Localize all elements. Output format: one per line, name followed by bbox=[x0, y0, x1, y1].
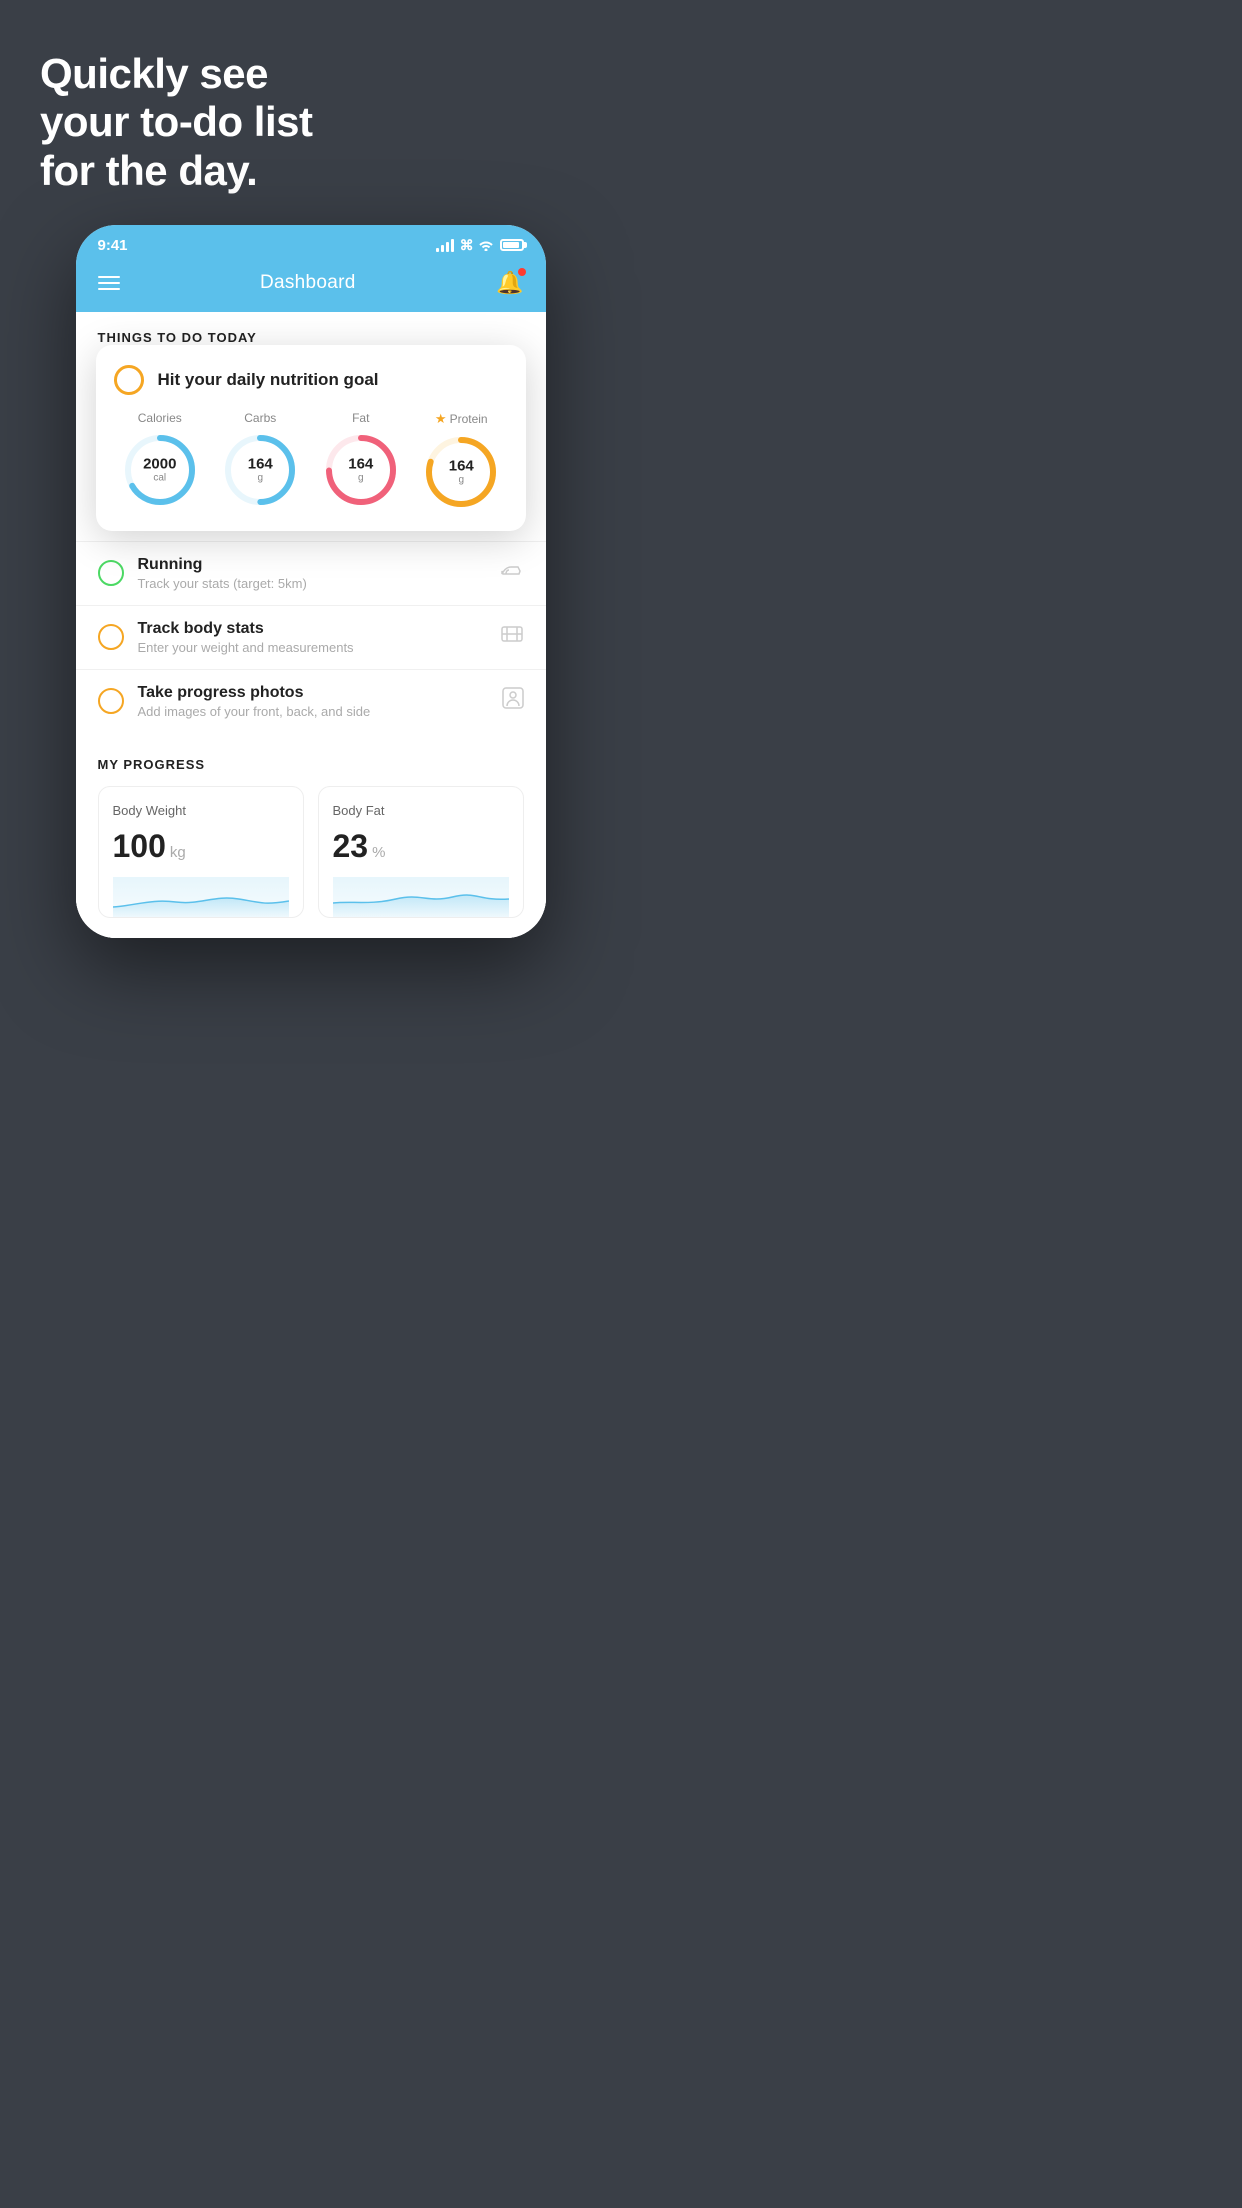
body-weight-card[interactable]: Body Weight 100 kg bbox=[98, 786, 304, 918]
photos-info: Take progress photos Add images of your … bbox=[138, 684, 488, 719]
carbs-donut: 164 g bbox=[221, 431, 299, 509]
body-stats-circle bbox=[98, 624, 124, 650]
nutrition-fat: Fat 164 g bbox=[322, 411, 400, 509]
body-fat-value-row: 23 % bbox=[333, 828, 509, 865]
body-weight-value: 100 bbox=[113, 828, 166, 865]
body-weight-title: Body Weight bbox=[113, 803, 289, 818]
nutrition-card: Hit your daily nutrition goal Calories bbox=[96, 345, 526, 531]
progress-cards: Body Weight 100 kg bbox=[98, 786, 524, 938]
running-name: Running bbox=[138, 556, 486, 574]
photos-sub: Add images of your front, back, and side bbox=[138, 704, 488, 719]
nav-bar: Dashboard 🔔 bbox=[76, 260, 546, 312]
card-title: Hit your daily nutrition goal bbox=[158, 370, 379, 390]
person-icon bbox=[502, 687, 524, 715]
notification-dot bbox=[518, 268, 526, 276]
scale-icon bbox=[500, 624, 524, 650]
notification-bell[interactable]: 🔔 bbox=[496, 270, 523, 296]
battery-icon bbox=[500, 239, 524, 251]
signal-icon bbox=[436, 238, 454, 252]
card-circle-icon bbox=[114, 365, 144, 395]
body-stats-name: Track body stats bbox=[138, 620, 486, 638]
body-weight-value-row: 100 kg bbox=[113, 828, 289, 865]
body-weight-unit: kg bbox=[170, 844, 186, 861]
nutrition-carbs: Carbs 164 g bbox=[221, 411, 299, 509]
fat-donut: 164 g bbox=[322, 431, 400, 509]
app-content: THINGS TO DO TODAY Hit your daily nutrit… bbox=[76, 312, 546, 938]
calories-donut: 2000 cal bbox=[121, 431, 199, 509]
nutrition-circles: Calories 2000 cal bbox=[114, 411, 508, 511]
photos-circle bbox=[98, 688, 124, 714]
progress-title: MY PROGRESS bbox=[98, 757, 524, 772]
task-running[interactable]: Running Track your stats (target: 5km) bbox=[76, 541, 546, 605]
nutrition-protein: ★ Protein 164 g bbox=[422, 411, 500, 511]
card-title-row: Hit your daily nutrition goal bbox=[114, 365, 508, 395]
protein-star-icon: ★ bbox=[435, 411, 447, 427]
protein-label: ★ Protein bbox=[435, 411, 488, 427]
fat-label: Fat bbox=[352, 411, 369, 425]
hamburger-menu[interactable] bbox=[98, 276, 120, 290]
nutrition-calories: Calories 2000 cal bbox=[121, 411, 199, 509]
phone-mockup: 9:41 ⌘ bbox=[0, 225, 621, 938]
calories-label: Calories bbox=[138, 411, 182, 425]
task-progress-photos[interactable]: Take progress photos Add images of your … bbox=[76, 669, 546, 733]
progress-section: MY PROGRESS Body Weight 100 kg bbox=[76, 733, 546, 938]
status-icons: ⌘ bbox=[436, 237, 524, 254]
body-fat-title: Body Fat bbox=[333, 803, 509, 818]
photos-name: Take progress photos bbox=[138, 684, 488, 702]
running-circle bbox=[98, 560, 124, 586]
running-info: Running Track your stats (target: 5km) bbox=[138, 556, 486, 591]
protein-donut: 164 g bbox=[422, 433, 500, 511]
hero-title: Quickly see your to-do list for the day. bbox=[40, 50, 581, 195]
task-body-stats[interactable]: Track body stats Enter your weight and m… bbox=[76, 605, 546, 669]
body-fat-value: 23 bbox=[333, 828, 369, 865]
task-list: Running Track your stats (target: 5km) bbox=[76, 541, 546, 733]
body-fat-chart bbox=[333, 877, 509, 917]
clock: 9:41 bbox=[98, 237, 128, 254]
hero-section: Quickly see your to-do list for the day. bbox=[0, 50, 621, 225]
running-shoe-icon bbox=[500, 561, 524, 585]
wifi-icon: ⌘ bbox=[460, 237, 494, 254]
carbs-label: Carbs bbox=[244, 411, 276, 425]
nav-title: Dashboard bbox=[260, 272, 356, 294]
body-fat-unit: % bbox=[372, 844, 385, 861]
body-stats-sub: Enter your weight and measurements bbox=[138, 640, 486, 655]
body-stats-info: Track body stats Enter your weight and m… bbox=[138, 620, 486, 655]
body-weight-chart bbox=[113, 877, 289, 917]
body-fat-card[interactable]: Body Fat 23 % bbox=[318, 786, 524, 918]
running-sub: Track your stats (target: 5km) bbox=[138, 576, 486, 591]
phone-screen: 9:41 ⌘ bbox=[76, 225, 546, 938]
status-bar: 9:41 ⌘ bbox=[76, 225, 546, 260]
page-background: Quickly see your to-do list for the day.… bbox=[0, 0, 621, 1104]
